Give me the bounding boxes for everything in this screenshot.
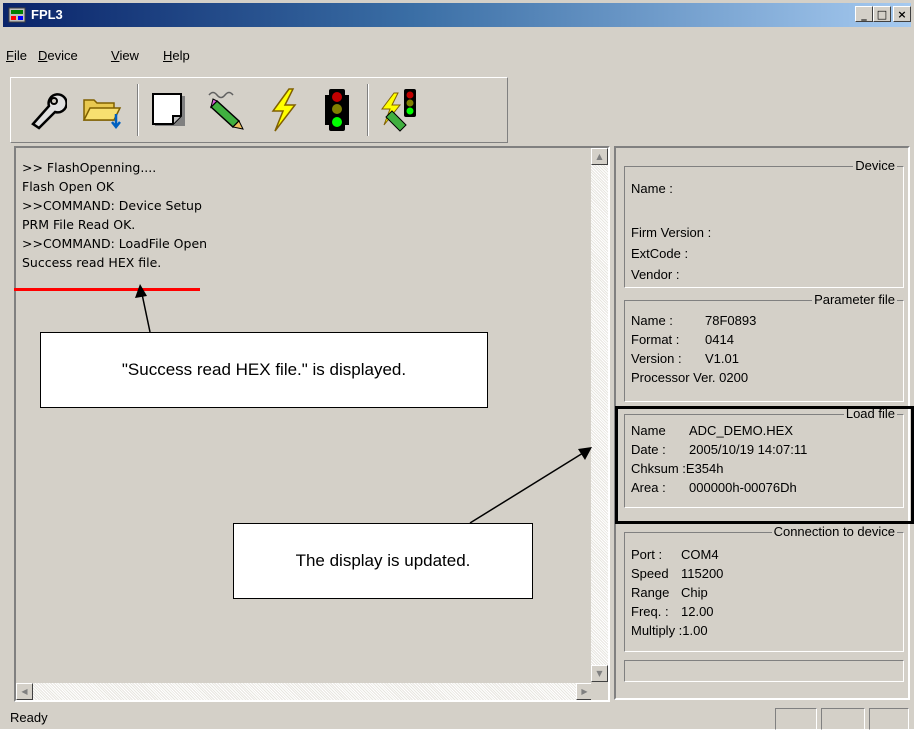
arrow-line: [469, 452, 584, 524]
annotation-arrows: [135, 284, 592, 524]
arrow-line: [141, 293, 151, 333]
arrowhead-icon: [135, 284, 147, 298]
arrowhead-icon: [578, 447, 592, 460]
